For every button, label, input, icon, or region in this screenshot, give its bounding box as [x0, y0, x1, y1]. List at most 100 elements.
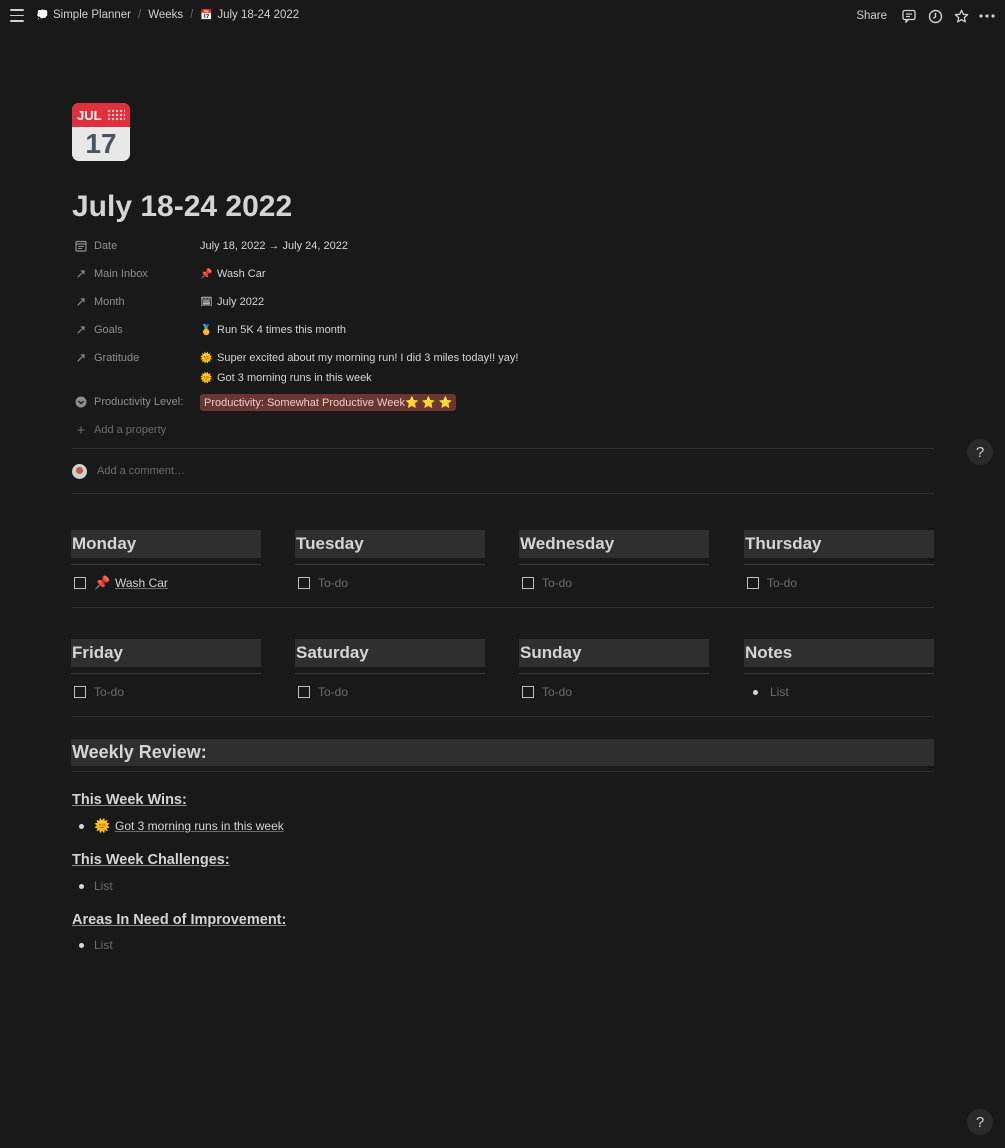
todo-link-text[interactable]: Wash Car [115, 576, 168, 590]
plus-icon: + [76, 421, 86, 439]
todo-placeholder: To-do [318, 685, 349, 699]
sun-icon: 🌞 [94, 818, 111, 833]
checkbox[interactable] [74, 577, 86, 589]
more-options-icon[interactable] [979, 8, 995, 24]
weekly-review-heading[interactable]: Weekly Review: [71, 739, 934, 766]
breadcrumb-workspace[interactable]: Simple Planner [53, 9, 131, 21]
day-column-sunday: Sunday To-do [519, 639, 709, 701]
pushpin-icon: 📌 [94, 575, 111, 590]
page-icon-month: JUL [77, 107, 102, 123]
property-date-value[interactable]: July 18, 2022 → July 24, 2022 [200, 236, 348, 256]
todo-placeholder: To-do [542, 685, 573, 699]
checkbox[interactable] [522, 577, 534, 589]
checkbox[interactable] [522, 686, 534, 698]
property-month-value[interactable]: 🗓 July 2022 [200, 292, 264, 312]
day-heading[interactable]: Wednesday [519, 530, 709, 558]
todo-item[interactable]: 📌 Wash Car [71, 574, 261, 592]
main-inbox-text: Wash Car [217, 268, 266, 280]
avatar [72, 463, 87, 479]
divider [71, 673, 261, 674]
checkbox[interactable] [298, 686, 310, 698]
breadcrumb: 💭 Simple Planner / Weeks / 📅 July 18-24 2022 [36, 9, 299, 21]
gratitude-text: Super excited about my morning run! I di… [217, 352, 519, 364]
month-text: July 2022 [217, 296, 265, 308]
pushpin-icon: 📌 [200, 268, 213, 280]
day-column-tuesday: Tuesday To-do [295, 530, 485, 592]
todo-item[interactable]: To-do [519, 683, 709, 701]
todo-item[interactable]: To-do [744, 574, 934, 592]
list-item[interactable]: List [744, 683, 934, 701]
todo-placeholder: To-do [94, 685, 125, 699]
list-item[interactable]: List [72, 877, 113, 895]
property-gratitude-name[interactable]: ↗ Gratitude [72, 348, 192, 368]
comment-placeholder: Add a comment… [97, 465, 186, 477]
day-heading[interactable]: Tuesday [295, 530, 485, 558]
property-month-name[interactable]: ↗ Month [72, 292, 192, 312]
property-main-inbox-name[interactable]: ↗ Main Inbox [72, 264, 192, 284]
property-goals-value[interactable]: 🥇 Run 5K 4 times this month [200, 320, 346, 340]
wins-heading[interactable]: This Week Wins: [72, 792, 187, 808]
breadcrumb-parent[interactable]: Weeks [148, 9, 183, 21]
property-main-inbox-label: Main Inbox [94, 268, 148, 280]
help-button[interactable]: ? [967, 1109, 993, 1135]
relation-arrow-icon: ↗ [75, 266, 87, 281]
divider [744, 564, 934, 565]
clock-history-icon[interactable] [927, 8, 943, 24]
checkbox[interactable] [747, 577, 759, 589]
day-heading[interactable]: Sunday [519, 639, 709, 667]
divider [295, 564, 485, 565]
help-button[interactable]: ? [967, 439, 993, 465]
day-column-notes: Notes List [744, 639, 934, 701]
calendar-property-icon [74, 239, 88, 253]
gratitude-item[interactable]: 🌞 Got 3 morning runs in this week [200, 368, 518, 388]
comments-icon[interactable] [901, 8, 917, 24]
day-heading[interactable]: Notes [744, 639, 934, 667]
star-favorite-icon[interactable] [953, 8, 969, 24]
list-item[interactable]: 🌞 Got 3 morning runs in this week [72, 817, 284, 835]
divider [72, 493, 934, 494]
list-item[interactable]: List [72, 936, 113, 954]
day-heading[interactable]: Friday [71, 639, 261, 667]
breadcrumb-current[interactable]: July 18-24 2022 [217, 9, 299, 21]
day-heading[interactable]: Saturday [295, 639, 485, 667]
page-title[interactable]: July 18-24 2022 [72, 190, 292, 224]
property-productivity-name[interactable]: Productivity Level: [72, 392, 192, 412]
gratitude-item[interactable]: 🌞 Super excited about my morning run! I d… [200, 348, 518, 368]
divider [519, 564, 709, 565]
checkbox[interactable] [298, 577, 310, 589]
property-date-name[interactable]: Date [72, 236, 192, 256]
calendar-icon: 🗓 [200, 296, 213, 308]
day-heading[interactable]: Monday [71, 530, 261, 558]
divider [744, 673, 934, 674]
divider [72, 607, 934, 608]
divider [71, 564, 261, 565]
sidebar-menu-icon[interactable] [10, 9, 24, 22]
share-button[interactable]: Share [856, 10, 887, 22]
page-calendar-icon[interactable]: JUL 17 [72, 103, 130, 161]
todo-placeholder: To-do [318, 576, 349, 590]
property-main-inbox-value[interactable]: 📌 Wash Car [200, 264, 266, 284]
bullet-icon [79, 942, 84, 948]
todo-item[interactable]: To-do [295, 683, 485, 701]
improvement-heading[interactable]: Areas In Need of Improvement: [72, 912, 286, 928]
breadcrumb-separator: / [190, 9, 194, 21]
day-column-monday: Monday 📌 Wash Car [71, 530, 261, 592]
productivity-tag[interactable]: Productivity: Somewhat Productive Week⭐️… [200, 393, 457, 411]
wins-item-link[interactable]: Got 3 morning runs in this week [115, 819, 284, 833]
challenges-heading[interactable]: This Week Challenges: [72, 852, 230, 868]
list-placeholder: List [94, 938, 113, 952]
comment-input[interactable]: Add a comment… [72, 462, 472, 480]
day-column-wednesday: Wednesday To-do [519, 530, 709, 592]
relation-arrow-icon: ↗ [75, 322, 87, 337]
checkbox[interactable] [74, 686, 86, 698]
todo-item[interactable]: To-do [519, 574, 709, 592]
select-chevron-icon [74, 395, 88, 409]
todo-item[interactable]: To-do [295, 574, 485, 592]
day-heading[interactable]: Thursday [744, 530, 934, 558]
divider [295, 673, 485, 674]
property-goals-name[interactable]: ↗ Goals [72, 320, 192, 340]
sun-icon: 🌞 [200, 372, 213, 384]
todo-item[interactable]: To-do [71, 683, 261, 701]
sun-icon: 🌞 [200, 352, 213, 364]
page-icon-day: 17 [85, 128, 117, 159]
